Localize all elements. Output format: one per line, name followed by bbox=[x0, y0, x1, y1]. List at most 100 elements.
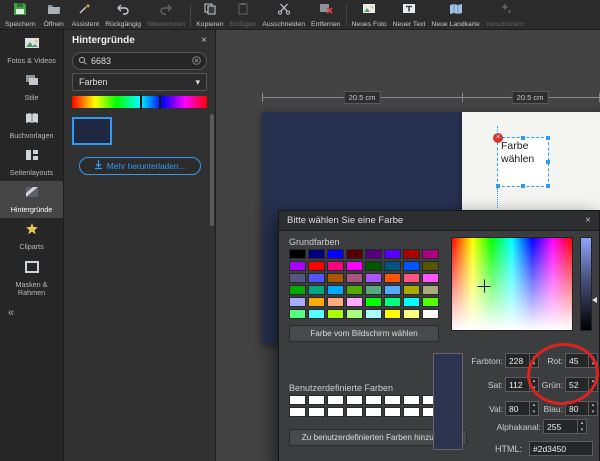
copy-button[interactable]: Kopieren bbox=[193, 1, 226, 29]
color-swatch[interactable] bbox=[308, 273, 325, 283]
color-swatch[interactable] bbox=[289, 395, 306, 405]
value-slider-marker[interactable] bbox=[592, 297, 597, 303]
panel-close-icon[interactable]: × bbox=[201, 35, 207, 46]
color-swatch[interactable] bbox=[422, 297, 439, 307]
color-swatch[interactable] bbox=[289, 407, 306, 417]
color-swatch[interactable] bbox=[384, 249, 401, 259]
color-swatch[interactable] bbox=[327, 285, 344, 295]
color-swatch[interactable] bbox=[346, 273, 363, 283]
sidebar-item-masken-rahmen[interactable]: Masken & Rahmen bbox=[0, 256, 63, 302]
color-swatch[interactable] bbox=[422, 249, 439, 259]
assistant-button[interactable]: Assistent bbox=[69, 1, 103, 29]
color-swatch[interactable] bbox=[346, 309, 363, 319]
color-swatch[interactable] bbox=[327, 273, 344, 283]
color-swatch[interactable] bbox=[327, 297, 344, 307]
new-text-button[interactable]: Neuer Text bbox=[390, 1, 429, 29]
hue-selection-marker[interactable] bbox=[140, 95, 162, 109]
color-swatch[interactable] bbox=[422, 261, 439, 271]
color-swatch[interactable] bbox=[289, 249, 306, 259]
undo-button[interactable]: Rückgängig bbox=[102, 1, 144, 29]
download-more-button[interactable]: Mehr herunterladen... bbox=[79, 157, 201, 175]
spinner-arrows[interactable]: ▴▾ bbox=[588, 402, 597, 415]
color-swatch[interactable] bbox=[308, 309, 325, 319]
color-swatch[interactable] bbox=[346, 297, 363, 307]
color-swatch[interactable] bbox=[327, 395, 344, 405]
value-slider[interactable] bbox=[580, 237, 592, 331]
color-swatch[interactable] bbox=[384, 273, 401, 283]
color-swatch[interactable] bbox=[422, 285, 439, 295]
search-clear-icon[interactable] bbox=[192, 52, 201, 70]
color-swatch[interactable] bbox=[365, 273, 382, 283]
color-swatch[interactable] bbox=[403, 285, 420, 295]
dialog-title-bar[interactable]: Bitte wählen Sie eine Farbe × bbox=[279, 211, 599, 231]
color-swatch[interactable] bbox=[365, 297, 382, 307]
color-swatch[interactable] bbox=[403, 309, 420, 319]
color-swatch[interactable] bbox=[403, 297, 420, 307]
sidebar-collapse-button[interactable]: « bbox=[0, 301, 14, 319]
color-swatch[interactable] bbox=[403, 407, 420, 417]
resize-handle-top[interactable] bbox=[521, 136, 525, 140]
color-swatch[interactable] bbox=[327, 249, 344, 259]
color-swatch[interactable] bbox=[384, 285, 401, 295]
color-swatch[interactable] bbox=[365, 407, 382, 417]
color-swatch[interactable] bbox=[365, 249, 382, 259]
color-swatch[interactable] bbox=[422, 273, 439, 283]
panel-scrollbar[interactable] bbox=[210, 114, 214, 226]
color-swatch[interactable] bbox=[365, 285, 382, 295]
delete-handle-icon[interactable]: × bbox=[493, 133, 503, 143]
sidebar-item-seitenlayouts[interactable]: Seitenlayouts bbox=[0, 144, 63, 181]
color-swatch[interactable] bbox=[346, 249, 363, 259]
color-swatch[interactable] bbox=[289, 273, 306, 283]
text-frame[interactable]: Farbe wählen × bbox=[497, 137, 549, 187]
resize-handle-right[interactable] bbox=[546, 160, 550, 164]
sidebar-item-stile[interactable]: Stile bbox=[0, 69, 63, 106]
text-frame-content[interactable]: Farbe wählen bbox=[501, 140, 545, 165]
save-button[interactable]: Speichern bbox=[2, 1, 39, 29]
paste-button[interactable]: Einfügen bbox=[226, 1, 259, 29]
open-button[interactable]: Öffnen bbox=[39, 1, 69, 29]
color-swatch[interactable] bbox=[327, 261, 344, 271]
dialog-close-icon[interactable]: × bbox=[585, 215, 591, 226]
color-swatch[interactable] bbox=[327, 309, 344, 319]
hue-strip[interactable] bbox=[72, 96, 207, 108]
color-swatch[interactable] bbox=[403, 261, 420, 271]
new-map-button[interactable]: Neue Landkarte bbox=[428, 1, 482, 29]
hue-saturation-square[interactable] bbox=[451, 237, 573, 331]
val-spinbox[interactable]: 80 ▴▾ bbox=[505, 401, 539, 416]
color-swatch[interactable] bbox=[327, 407, 344, 417]
color-swatch[interactable] bbox=[403, 249, 420, 259]
selected-background-swatch[interactable] bbox=[72, 117, 112, 145]
color-swatch[interactable] bbox=[403, 395, 420, 405]
color-swatch[interactable] bbox=[346, 261, 363, 271]
pick-screen-color-button[interactable]: Farbe vom Bildschirm wählen bbox=[289, 325, 439, 342]
color-swatch[interactable] bbox=[289, 297, 306, 307]
sidebar-item-hintergruende[interactable]: Hintergründe bbox=[0, 181, 63, 218]
redo-button[interactable]: Wiederholen bbox=[144, 1, 188, 29]
color-swatch[interactable] bbox=[289, 261, 306, 271]
spinner-arrows[interactable]: ▴▾ bbox=[577, 420, 586, 433]
html-color-input[interactable] bbox=[529, 441, 593, 456]
category-select[interactable]: Farben ▾ bbox=[72, 73, 207, 91]
beautify-button[interactable]: Verschönern bbox=[483, 1, 527, 29]
sidebar-item-fotos-videos[interactable]: Fotos & Videos bbox=[0, 32, 63, 69]
color-swatch[interactable] bbox=[384, 395, 401, 405]
color-swatch[interactable] bbox=[403, 273, 420, 283]
spinner-arrows[interactable]: ▴▾ bbox=[529, 402, 538, 415]
color-swatch[interactable] bbox=[384, 309, 401, 319]
color-swatch[interactable] bbox=[365, 261, 382, 271]
remove-button[interactable]: Entfernen bbox=[308, 1, 343, 29]
color-swatch[interactable] bbox=[308, 407, 325, 417]
color-swatch[interactable] bbox=[308, 297, 325, 307]
color-swatch[interactable] bbox=[289, 285, 306, 295]
resize-handle-bottom-right[interactable] bbox=[546, 184, 550, 188]
sidebar-item-cliparts[interactable]: Cliparts bbox=[0, 218, 63, 255]
new-photo-button[interactable]: Neues Foto bbox=[349, 1, 390, 29]
color-swatch[interactable] bbox=[346, 285, 363, 295]
color-swatch[interactable] bbox=[384, 297, 401, 307]
alpha-spinbox[interactable]: 255 ▴▾ bbox=[543, 419, 587, 434]
resize-handle-bottom[interactable] bbox=[521, 184, 525, 188]
color-swatch[interactable] bbox=[365, 309, 382, 319]
color-swatch[interactable] bbox=[384, 407, 401, 417]
color-swatch[interactable] bbox=[365, 395, 382, 405]
color-swatch[interactable] bbox=[308, 261, 325, 271]
